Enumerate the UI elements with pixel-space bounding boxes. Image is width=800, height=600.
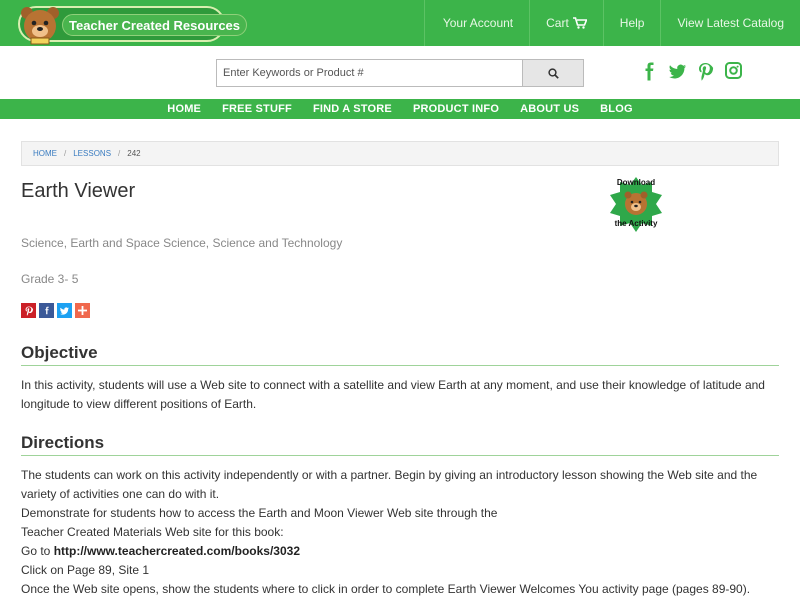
nav-find-a-store[interactable]: FIND A STORE [313,99,392,119]
breadcrumb-lessons[interactable]: LESSONS [73,149,111,158]
directions-paragraph-2: Demonstrate for students how to access t… [21,506,498,520]
main-nav: HOME FREE STUFF FIND A STORE PRODUCT INF… [0,99,800,119]
nav-blog[interactable]: BLOG [600,99,633,119]
objective-heading: Objective [21,343,779,366]
social-links [640,62,743,81]
twitter-icon[interactable] [668,62,687,81]
view-catalog-link[interactable]: View Latest Catalog [660,0,800,46]
nav-home[interactable]: HOME [167,99,201,119]
directions-paragraph-5: Click on Page 89, Site 1 [21,563,150,577]
nav-product-info[interactable]: PRODUCT INFO [413,99,499,119]
site-logo[interactable]: Teacher Created Resources [18,6,248,45]
directions-paragraph-6: Once the Web site opens, show the studen… [21,582,751,596]
search-button[interactable] [522,59,584,87]
objective-text: In this activity, students will use a We… [21,378,765,411]
directions-paragraph-4: Go to http://www.teachercreated.com/book… [21,542,781,561]
bear-logo-icon [21,7,59,45]
facebook-icon[interactable] [640,62,659,81]
twitter-share-icon[interactable] [57,303,72,318]
cart-icon [572,17,587,29]
your-account-label: Your Account [442,16,514,30]
logo-text: Teacher Created Resources [62,14,248,36]
help-label: Help [619,16,645,30]
top-bar: Teacher Created Resources Your Account C… [0,0,800,46]
share-buttons [21,303,90,318]
breadcrumb-separator: / [118,149,121,158]
search-icon [547,67,559,79]
nav-free-stuff[interactable]: FREE STUFF [222,99,292,119]
your-account-link[interactable]: Your Account [423,0,529,46]
go-to-text: Go to [21,544,54,558]
cart-link[interactable]: Cart [529,0,603,46]
directions-heading: Directions [21,433,779,456]
breadcrumb: HOME / LESSONS / 242 [21,141,779,166]
directions-paragraph-3: Teacher Created Materials Web site for t… [21,525,284,539]
lesson-subjects: Science, Earth and Space Science, Scienc… [21,236,343,250]
pinterest-share-icon[interactable] [21,303,36,318]
download-activity-button[interactable]: Download the Activity [605,175,667,235]
book-url-link[interactable]: http://www.teachercreated.com/books/3032 [54,544,300,558]
cart-label: Cart [546,16,569,30]
breadcrumb-home[interactable]: HOME [33,149,57,158]
breadcrumb-separator: / [64,149,67,158]
breadcrumb-current: 242 [127,149,141,158]
page-title: Earth Viewer [21,180,136,202]
lesson-grade: Grade 3- 5 [21,272,79,286]
download-label-line2: the Activity [614,219,658,228]
directions-body: The students can work on this activity i… [21,466,781,599]
download-label-line1: Download [616,178,656,187]
directions-paragraph-1: The students can work on this activity i… [21,468,758,501]
view-catalog-label: View Latest Catalog [677,16,784,30]
nav-about-us[interactable]: ABOUT US [520,99,579,119]
plus-share-icon[interactable] [75,303,90,318]
top-nav: Your Account Cart Help View Latest Catal… [423,0,800,46]
search-row [0,46,800,99]
instagram-icon[interactable] [724,62,743,81]
help-link[interactable]: Help [602,0,661,46]
facebook-share-icon[interactable] [39,303,54,318]
search-input[interactable] [216,59,523,87]
pinterest-icon[interactable] [696,62,715,81]
